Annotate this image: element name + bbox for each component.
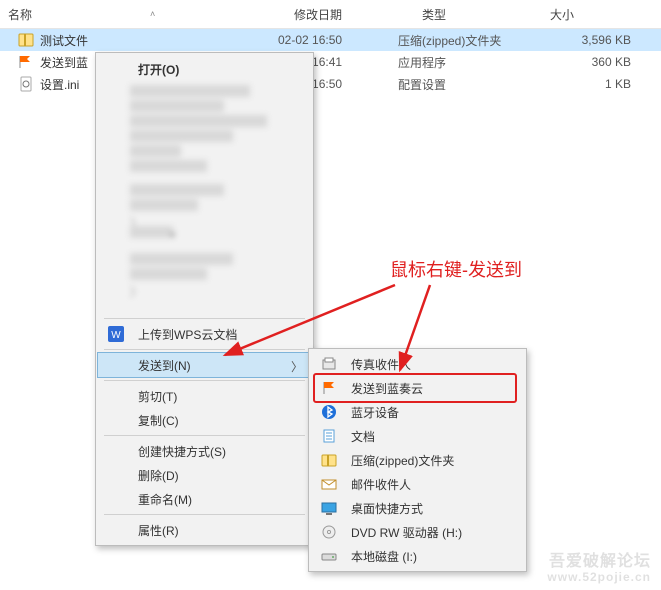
menu-label: 剪切(T) bbox=[138, 388, 283, 405]
file-type: 应用程序 bbox=[398, 54, 518, 71]
col-name[interactable]: 名称 ˄ bbox=[0, 6, 286, 23]
menu-send-to[interactable]: 发送到(N) 〉 bbox=[98, 353, 311, 377]
bluetooth-icon bbox=[315, 404, 343, 420]
menu-label: 复制(C) bbox=[138, 412, 283, 429]
menu-separator bbox=[104, 349, 305, 350]
file-type: 压缩(zipped)文件夹 bbox=[398, 32, 518, 49]
annotation-text: 鼠标右键-发送到 bbox=[390, 256, 522, 282]
watermark: 吾爱破解论坛 www.52pojie.cn bbox=[547, 553, 651, 584]
file-size: 1 KB bbox=[518, 77, 661, 91]
menu-separator bbox=[104, 380, 305, 381]
sendto-dvd[interactable]: DVD RW 驱动器 (H:) bbox=[311, 520, 524, 544]
file-name: 设置.ini bbox=[40, 76, 79, 93]
file-name: 测试文件 bbox=[40, 32, 88, 49]
menu-label: 文档 bbox=[351, 428, 496, 445]
menu-properties[interactable]: 属性(R) bbox=[98, 518, 311, 542]
fax-icon bbox=[315, 356, 343, 372]
menu-label: 上传到WPS云文档 bbox=[138, 326, 283, 343]
menu-label: 发送到蓝奏云 bbox=[351, 380, 496, 397]
file-size: 360 KB bbox=[518, 55, 661, 69]
menu-open[interactable]: 打开(O) bbox=[98, 56, 311, 82]
sendto-zip[interactable]: 压缩(zipped)文件夹 bbox=[311, 448, 524, 472]
sort-caret-icon: ˄ bbox=[150, 9, 155, 19]
menu-separator bbox=[104, 514, 305, 515]
menu-label: 桌面快捷方式 bbox=[351, 500, 496, 517]
disk-icon bbox=[315, 548, 343, 564]
menu-label: 创建快捷方式(S) bbox=[138, 443, 283, 460]
col-size[interactable]: 大小 bbox=[542, 6, 661, 23]
file-name: 发送到蓝 bbox=[40, 54, 88, 71]
blurred-menu-region: 〉 ˅ 〉 bbox=[98, 85, 311, 315]
menu-label: 属性(R) bbox=[138, 522, 283, 539]
flag-icon bbox=[315, 380, 343, 396]
menu-label: 蓝牙设备 bbox=[351, 404, 496, 421]
desktop-icon bbox=[315, 500, 343, 516]
menu-label: 重命名(M) bbox=[138, 491, 283, 508]
sendto-bluetooth[interactable]: 蓝牙设备 bbox=[311, 400, 524, 424]
sendto-mail[interactable]: 邮件收件人 bbox=[311, 472, 524, 496]
menu-label: 压缩(zipped)文件夹 bbox=[351, 452, 496, 469]
menu-label: 邮件收件人 bbox=[351, 476, 496, 493]
col-date[interactable]: 修改日期 bbox=[286, 6, 414, 23]
menu-label: 本地磁盘 (I:) bbox=[351, 548, 496, 565]
file-list-header: 名称 ˄ 修改日期 类型 大小 bbox=[0, 0, 661, 29]
file-date: 02-02 16:50 bbox=[278, 33, 398, 47]
menu-create-shortcut[interactable]: 创建快捷方式(S) bbox=[98, 439, 311, 463]
chevron-right-icon: 〉 bbox=[130, 285, 142, 299]
chevron-right-icon: 〉 bbox=[291, 358, 303, 375]
watermark-line1: 吾爱破解论坛 bbox=[547, 553, 651, 571]
zip-icon bbox=[315, 452, 343, 468]
menu-rename[interactable]: 重命名(M) bbox=[98, 487, 311, 511]
menu-label: 发送到(N) bbox=[138, 357, 283, 374]
col-name-label: 名称 bbox=[8, 8, 32, 22]
sendto-documents[interactable]: 文档 bbox=[311, 424, 524, 448]
file-row[interactable]: 测试文件 02-02 16:50 压缩(zipped)文件夹 3,596 KB bbox=[0, 29, 661, 51]
sendto-lanzou[interactable]: 发送到蓝奏云 bbox=[311, 376, 524, 400]
wps-icon: W bbox=[102, 326, 130, 342]
send-to-submenu: 传真收件人 发送到蓝奏云 蓝牙设备 文档 压缩(zipped)文件夹 邮件收件人… bbox=[308, 348, 527, 572]
svg-text:W: W bbox=[111, 330, 121, 341]
menu-label: 传真收件人 bbox=[351, 356, 496, 373]
menu-separator bbox=[104, 318, 305, 319]
file-type: 配置设置 bbox=[398, 76, 518, 93]
ini-icon bbox=[18, 76, 34, 92]
document-icon bbox=[315, 428, 343, 444]
sendto-desktop[interactable]: 桌面快捷方式 bbox=[311, 496, 524, 520]
dvd-icon bbox=[315, 524, 343, 540]
menu-label: 打开(O) bbox=[138, 61, 283, 78]
mail-icon bbox=[315, 476, 343, 492]
menu-upload-wps[interactable]: W 上传到WPS云文档 bbox=[98, 322, 311, 346]
menu-delete[interactable]: 删除(D) bbox=[98, 463, 311, 487]
flag-icon bbox=[18, 54, 34, 70]
menu-label: DVD RW 驱动器 (H:) bbox=[351, 524, 496, 541]
file-size: 3,596 KB bbox=[518, 33, 661, 47]
context-menu: 打开(O) 〉 ˅ 〉 W 上传到WPS云文档 发送到(N) 〉 剪切(T) 复… bbox=[95, 52, 314, 546]
menu-separator bbox=[104, 435, 305, 436]
menu-cut[interactable]: 剪切(T) bbox=[98, 384, 311, 408]
col-type[interactable]: 类型 bbox=[414, 6, 542, 23]
sendto-fax[interactable]: 传真收件人 bbox=[311, 352, 524, 376]
zip-icon bbox=[18, 32, 34, 48]
menu-label: 删除(D) bbox=[138, 467, 283, 484]
watermark-line2: www.52pojie.cn bbox=[547, 571, 651, 584]
menu-copy[interactable]: 复制(C) bbox=[98, 408, 311, 432]
sendto-local-disk[interactable]: 本地磁盘 (I:) bbox=[311, 544, 524, 568]
